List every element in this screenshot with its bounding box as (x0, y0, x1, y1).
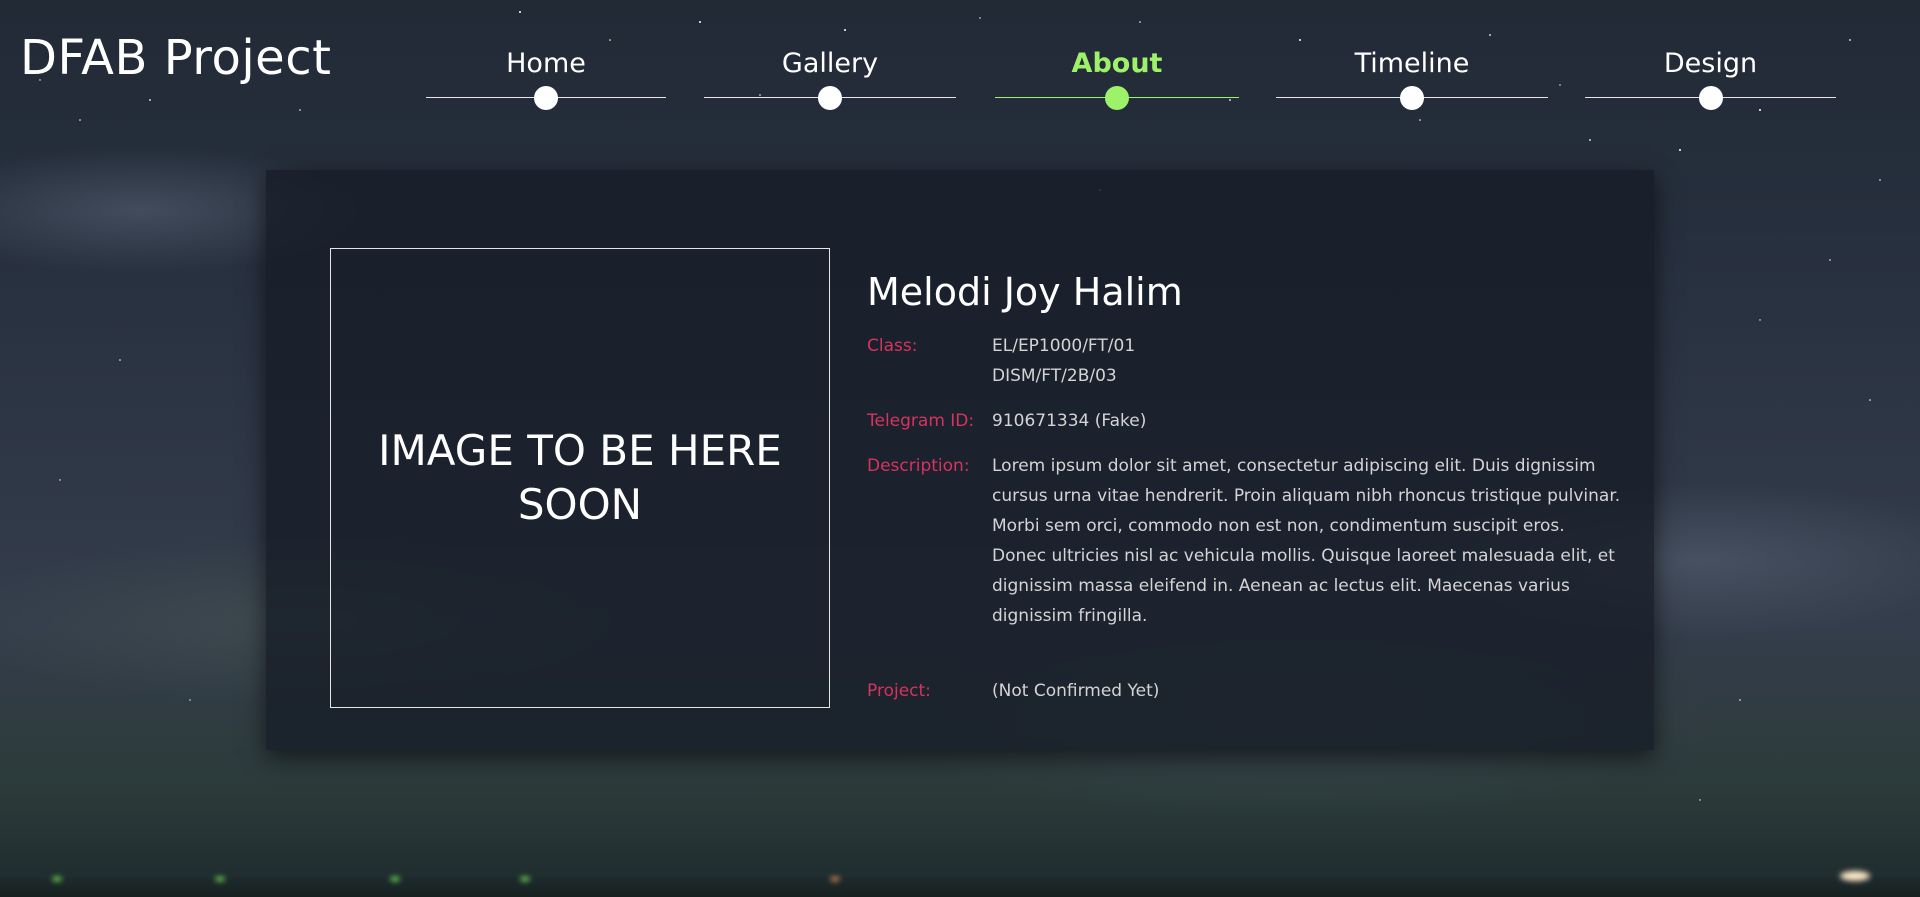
description-label: Description: (867, 456, 970, 476)
horizon-light (52, 877, 62, 881)
profile-name: Melodi Joy Halim (867, 270, 1183, 314)
description-value: Lorem ipsum dolor sit amet, consectetur … (992, 456, 1621, 626)
class-value-1: EL/EP1000/FT/01 (992, 336, 1136, 356)
profile-image-placeholder: IMAGE TO BE HERE SOON (330, 248, 830, 708)
project-value: (Not Confirmed Yet) (992, 681, 1160, 701)
site-title[interactable]: DFAB Project (20, 30, 331, 86)
telegram-value: 910671334 (Fake) (992, 411, 1147, 431)
nav-dot (1105, 86, 1129, 110)
nav-item-design[interactable]: Design (1585, 44, 1836, 114)
class-value-2: DISM/FT/2B/03 (992, 366, 1117, 386)
nav-dot (1400, 86, 1424, 110)
nav-label: Design (1663, 48, 1758, 79)
image-placeholder-text: IMAGE TO BE HERE SOON (378, 426, 782, 529)
horizon-light (1840, 871, 1870, 881)
telegram-label: Telegram ID: (867, 411, 975, 431)
horizon (0, 877, 1920, 897)
nav-label: Home (506, 48, 586, 79)
nav-label: Timeline (1354, 48, 1470, 79)
nav-item-home[interactable]: Home (426, 44, 666, 114)
nav-dot (534, 86, 558, 110)
horizon-light (390, 877, 400, 881)
class-label: Class: (867, 336, 918, 356)
horizon-light (830, 877, 840, 881)
nav-dot (1698, 86, 1723, 110)
nav-dot (818, 86, 842, 110)
horizon-light (520, 877, 530, 881)
nav-item-about[interactable]: About (995, 44, 1239, 114)
nav-label: Gallery (781, 48, 879, 79)
project-label: Project: (867, 681, 931, 701)
profile-card: IMAGE TO BE HERE SOON Melodi Joy Halim C… (266, 170, 1654, 750)
nav-item-timeline[interactable]: Timeline (1276, 44, 1548, 114)
nav-item-gallery[interactable]: Gallery (704, 44, 956, 114)
horizon-light (215, 877, 225, 881)
nav-label: About (1071, 48, 1163, 79)
